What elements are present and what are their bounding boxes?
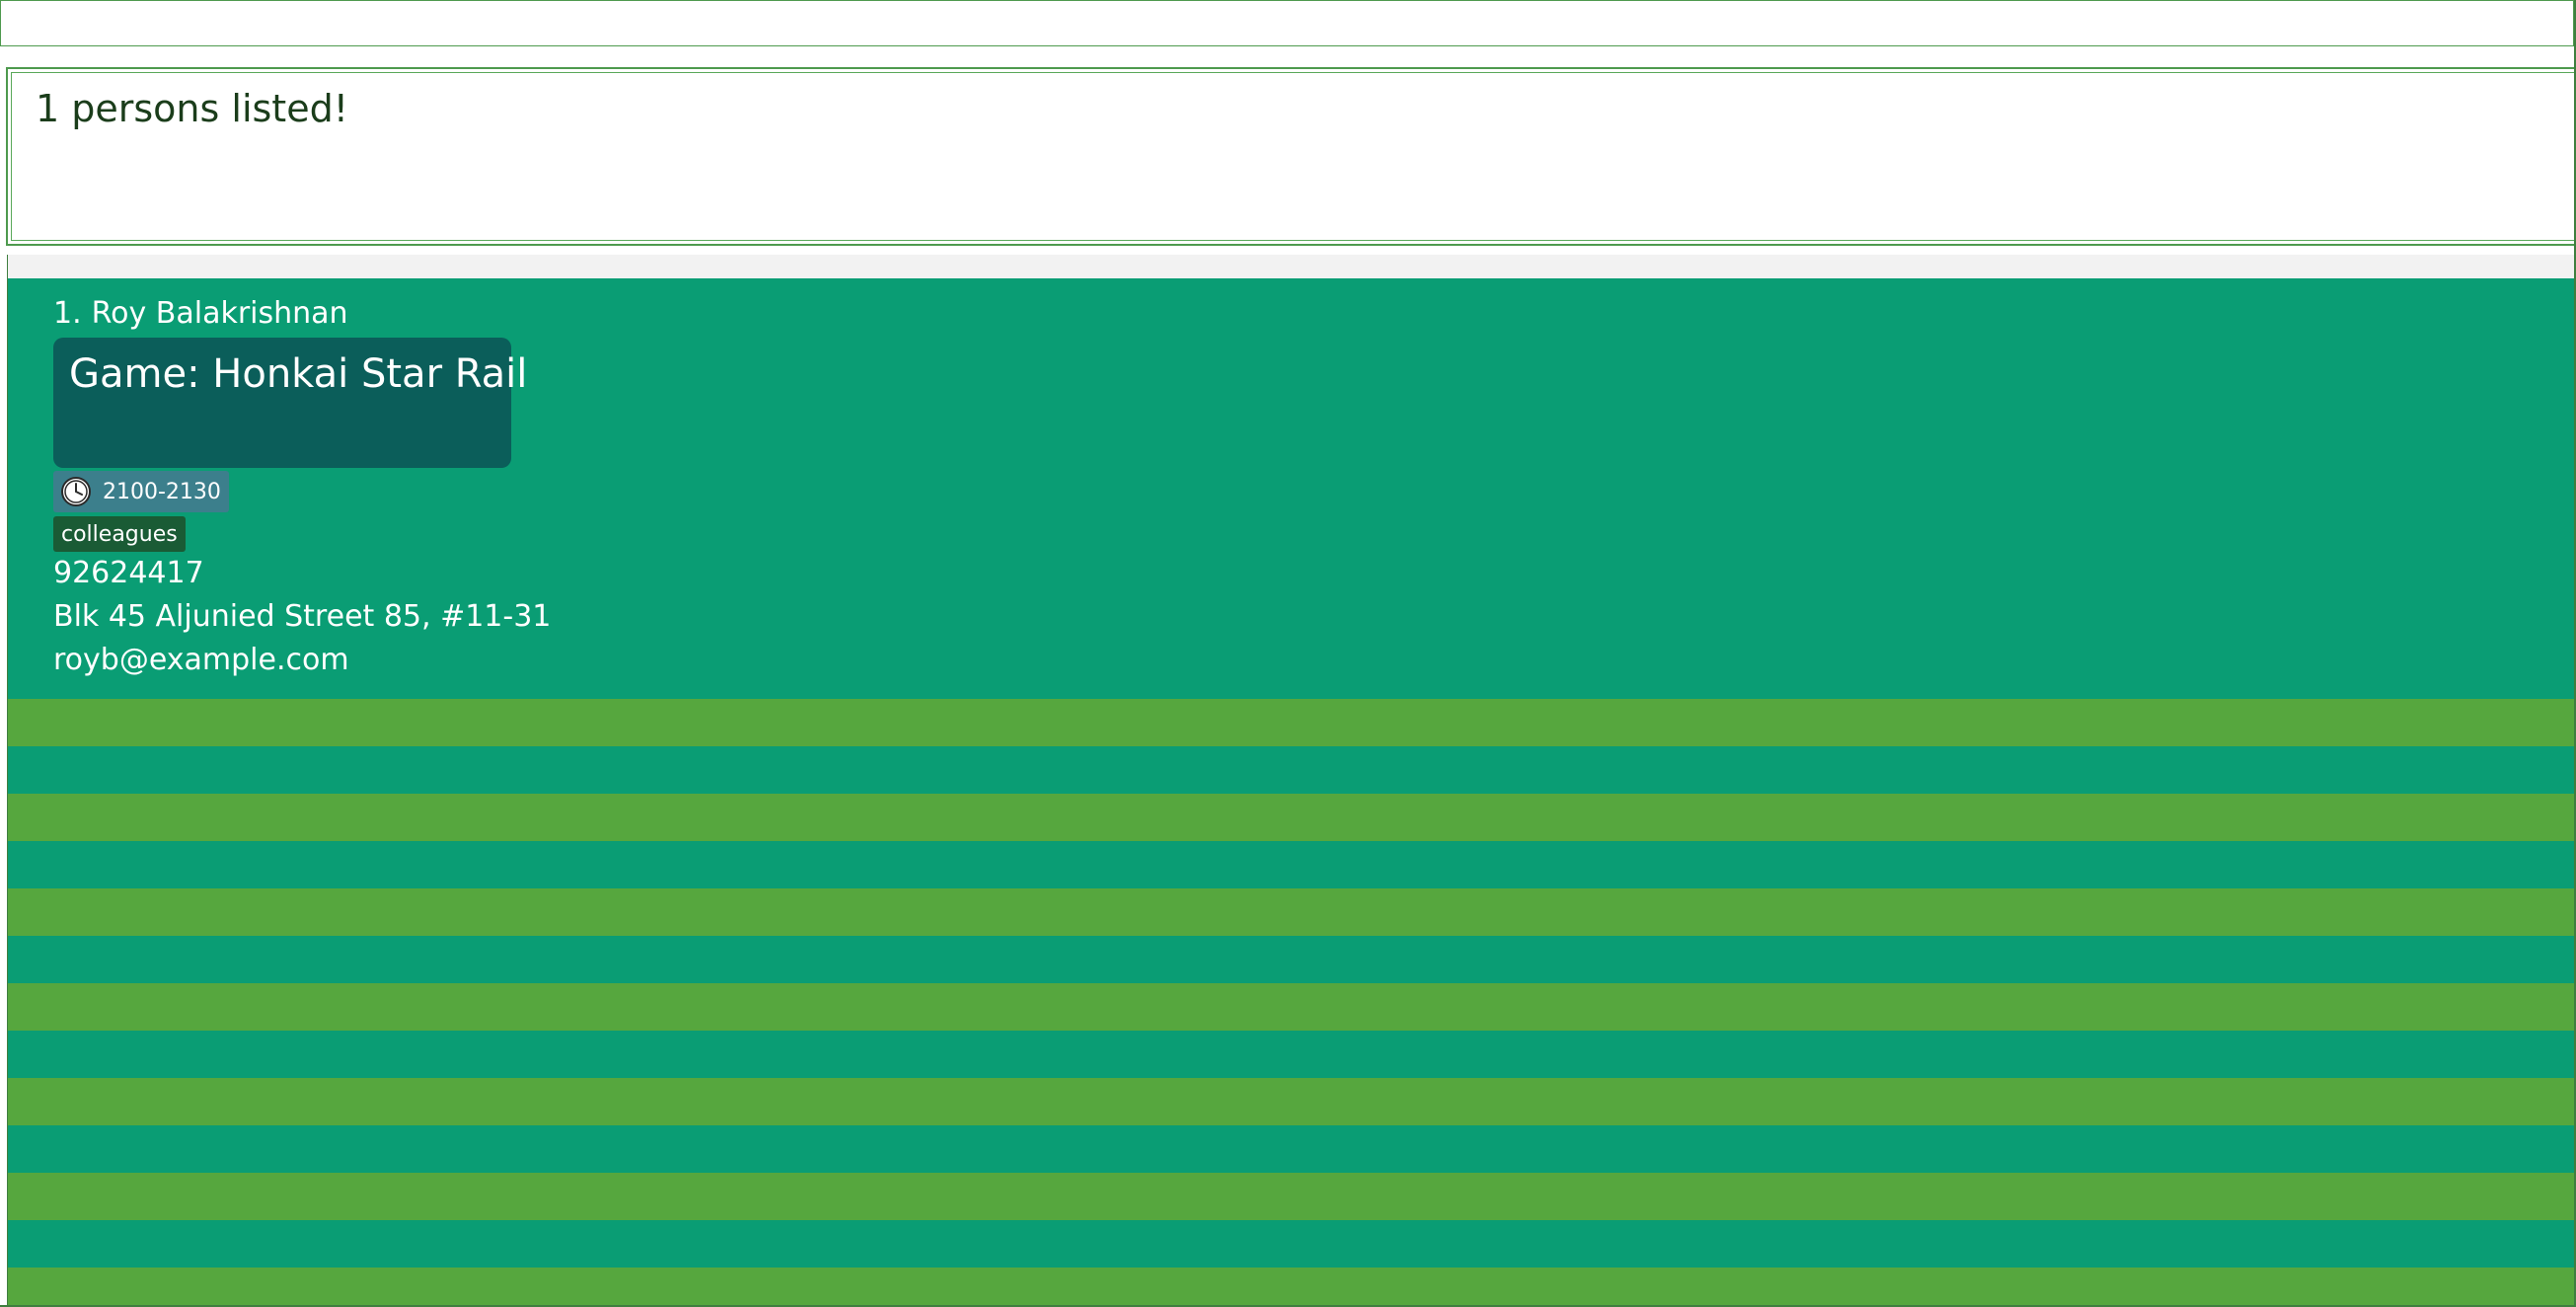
result-message: 1 persons listed!	[36, 87, 348, 130]
list-border	[0, 255, 8, 1307]
empty-list-row	[8, 1031, 2576, 1078]
empty-list-row	[8, 1125, 2576, 1173]
empty-list-row	[8, 1078, 2576, 1125]
result-display: 1 persons listed!	[6, 67, 2576, 246]
time-range: 2100-2130	[103, 479, 221, 504]
empty-list-row	[8, 983, 2576, 1031]
empty-list-rows	[8, 699, 2576, 1307]
divider	[0, 255, 2576, 278]
clock-icon	[59, 475, 93, 508]
command-box[interactable]	[0, 0, 2574, 46]
app-window: 1 persons listed! 1. Roy Balakrishnan Gam…	[0, 0, 2576, 1307]
tag-badge: colleagues	[53, 516, 186, 552]
empty-list-row	[8, 888, 2576, 936]
result-display-inner	[11, 72, 2576, 241]
empty-list-row	[8, 746, 2576, 794]
person-index: 1.	[53, 296, 82, 331]
empty-list-row	[8, 1173, 2576, 1220]
command-input[interactable]	[1, 1, 2573, 45]
person-phone: 92624417	[53, 556, 204, 590]
game-label: Game: Honkai Star Rail	[69, 351, 528, 397]
person-name-row: 1. Roy Balakrishnan	[53, 296, 348, 331]
empty-list-row	[8, 1268, 2576, 1307]
person-address: Blk 45 Aljunied Street 85, #11-31	[53, 599, 552, 634]
game-box: Game: Honkai Star Rail	[53, 338, 527, 468]
empty-list-row	[8, 699, 2576, 746]
empty-list-row	[8, 794, 2576, 841]
empty-list-row	[8, 841, 2576, 888]
empty-list-row	[8, 1220, 2576, 1268]
person-list[interactable]: 1. Roy Balakrishnan Game: Honkai Star Rai…	[8, 278, 2576, 1307]
tag-label: colleagues	[61, 521, 178, 547]
person-card[interactable]: 1. Roy Balakrishnan Game: Honkai Star Rai…	[8, 278, 2576, 699]
person-name: Roy Balakrishnan	[91, 296, 348, 331]
time-badge: 2100-2130	[53, 471, 229, 512]
empty-list-row	[8, 936, 2576, 983]
person-email: royb@example.com	[53, 643, 349, 677]
